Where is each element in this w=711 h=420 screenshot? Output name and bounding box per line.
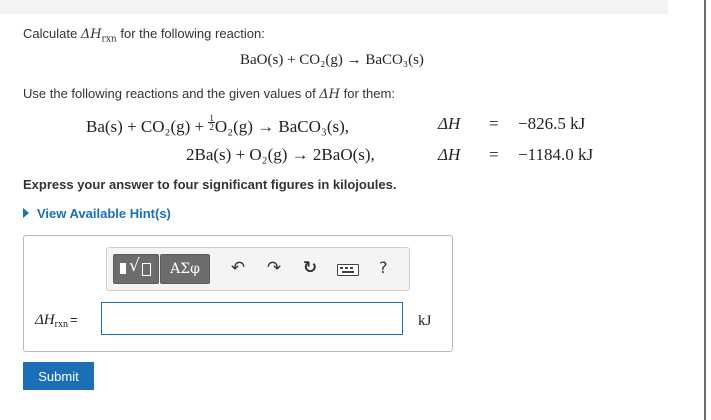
- reaction-1-lhs-b: O₂(g) → BaCO₃(s),: [214, 117, 350, 136]
- redo-icon[interactable]: ↷: [264, 258, 284, 278]
- answer-label-subscript: rxn: [54, 319, 68, 330]
- answer-label-delta-h: ΔH: [35, 312, 55, 328]
- prompt-rxn-subscript: rxn: [101, 34, 117, 45]
- reaction-2-delta-h: ΔH: [438, 145, 461, 164]
- answer-label: ΔHrxn =: [35, 312, 78, 330]
- prompt-delta-h: ΔH: [80, 27, 102, 42]
- reaction-2-equals: =: [489, 145, 499, 164]
- submit-button[interactable]: Submit: [23, 362, 94, 390]
- radical-icon: √: [129, 256, 140, 276]
- reaction-2-value: −1184.0 kJ: [518, 145, 594, 164]
- use-text-prefix: Use the following reactions and the give…: [23, 86, 320, 101]
- view-hints-link[interactable]: View Available Hint(s): [23, 206, 171, 221]
- keyboard-icon[interactable]: [337, 264, 359, 276]
- reaction-1-value: −826.5 kJ: [518, 114, 586, 133]
- right-divider: [704, 0, 706, 420]
- use-text-delta-h: ΔH: [319, 87, 341, 102]
- target-reaction: BaO(s) + CO₂(g) → BaCO₃(s): [240, 52, 424, 68]
- undo-icon[interactable]: ↶: [228, 258, 248, 278]
- instruction-text: Express your answer to four significant …: [23, 177, 397, 192]
- prompt-suffix: for the following reaction:: [116, 26, 265, 41]
- radical-box-icon: [142, 263, 151, 276]
- greek-symbols-button[interactable]: ΑΣφ: [160, 254, 210, 284]
- answer-panel: √ ΑΣφ ↶ ↷ ↻ ? ΔHrxn = kJ: [23, 235, 453, 352]
- answer-label-equals: =: [69, 312, 78, 327]
- top-bar: [0, 0, 668, 14]
- use-text-suffix: for them:: [340, 86, 395, 101]
- use-reactions-text: Use the following reactions and the give…: [23, 86, 395, 102]
- math-toolbar: √ ΑΣφ ↶ ↷ ↻ ?: [106, 247, 410, 291]
- answer-input[interactable]: [101, 302, 403, 335]
- reaction-2: 2Ba(s) + O₂(g) → 2BaO(s),: [186, 145, 375, 164]
- reaction-1: Ba(s) + CO₂(g) + 1 2 O₂(g) → BaCO₃(s),: [86, 114, 349, 137]
- prompt-prefix: Calculate: [23, 26, 81, 41]
- reset-icon[interactable]: ↻: [300, 258, 320, 278]
- expand-triangle-icon: [23, 208, 29, 218]
- hint-link-label: View Available Hint(s): [37, 206, 171, 221]
- template-box-icon: [120, 263, 126, 274]
- answer-unit: kJ: [418, 313, 432, 329]
- help-icon[interactable]: ?: [379, 258, 388, 277]
- reaction-1-equals: =: [489, 114, 499, 133]
- prompt-text: Calculate ΔHrxn for the following reacti…: [23, 26, 265, 45]
- reaction-1-lhs-a: Ba(s) + CO₂(g) +: [86, 117, 209, 136]
- reaction-1-delta-h: ΔH: [438, 114, 461, 133]
- templates-button[interactable]: √: [113, 254, 159, 284]
